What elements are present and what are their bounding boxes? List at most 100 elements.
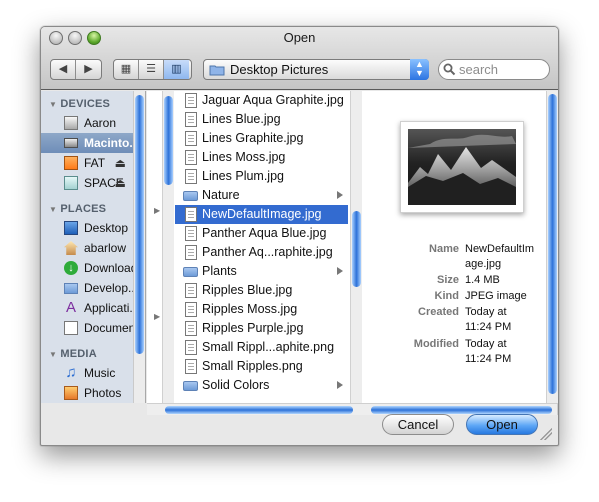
external-drive-icon (64, 176, 78, 190)
applications-icon: A (65, 299, 76, 316)
sidebar-item-photos[interactable]: Photos (41, 383, 134, 403)
file-row[interactable]: Panther Aq...raphite.jpg (175, 243, 348, 262)
meta-value-created: Today at 11:24 PM (465, 306, 512, 333)
sidebar-item-applications[interactable]: A Applicati... (41, 298, 139, 318)
computer-icon (64, 116, 78, 130)
folder-icon (183, 381, 198, 391)
file-row[interactable]: Lines Graphite.jpg (175, 129, 348, 148)
dialog-toolbar: Open ◀ ▶ ▦ ☰ ▥ Desktop Pictures ▲ ▼ searc… (41, 27, 558, 90)
parent-scroll-thumb[interactable] (164, 96, 173, 185)
eject-icon[interactable]: ⏏ (115, 157, 126, 169)
home-icon (64, 241, 78, 255)
folder-row-solid-colors[interactable]: Solid Colors (175, 376, 348, 395)
sidebar-item-fat[interactable]: FAT ⏏ (41, 153, 134, 173)
view-mode-segmented-control: ▦ ☰ ▥ (113, 59, 192, 80)
column-browser: ▶ ▶ Jaguar Aqua Graphite.jpg Lines Blue.… (147, 91, 558, 403)
chevron-right-icon (337, 191, 343, 199)
horizontal-scroll-thumb-right[interactable] (371, 406, 552, 414)
file-row[interactable]: Ripples Moss.jpg (175, 300, 348, 319)
document-icon (185, 169, 197, 184)
file-row[interactable]: Small Rippl...aphite.png (175, 338, 348, 357)
sidebar-scroll-thumb[interactable] (135, 95, 144, 354)
sidebar-section-places: ▼ PLACES (49, 203, 107, 215)
desktop-icon (64, 221, 78, 235)
meta-label-modified: Modified (413, 338, 459, 350)
document-icon (185, 226, 197, 241)
navigation-segmented-control: ◀ ▶ (50, 59, 102, 80)
sidebar-item-home[interactable]: abarlow (41, 238, 134, 258)
file-row[interactable]: Lines Plum.jpg (175, 167, 348, 186)
sidebar-item-developer[interactable]: Develop... (41, 278, 138, 298)
source-list-sidebar: ▼ DEVICES Aaron Macinto... FAT ⏏ SPACE ⏏… (41, 91, 146, 403)
document-icon (185, 93, 197, 108)
sidebar-item-documents[interactable]: Documents (41, 318, 145, 338)
disclosure-arrow-icon: ▶ (154, 206, 161, 215)
forward-button[interactable]: ▶ (76, 60, 101, 79)
folder-row-nature[interactable]: Nature (175, 186, 348, 205)
meta-value-kind: JPEG image (465, 290, 527, 302)
file-row[interactable]: Lines Blue.jpg (175, 110, 348, 129)
document-icon (185, 359, 197, 374)
folder-icon (209, 65, 225, 76)
image-preview-thumbnail (400, 121, 524, 213)
file-row[interactable]: Ripples Blue.jpg (175, 281, 348, 300)
file-row[interactable]: Lines Moss.jpg (175, 148, 348, 167)
open-button[interactable]: Open (466, 414, 538, 435)
sidebar-item-space[interactable]: SPACE ⏏ (41, 173, 134, 193)
sidebar-section-devices: ▼ DEVICES (49, 98, 111, 110)
sidebar-item-macintosh-hd[interactable]: Macinto... (41, 133, 139, 153)
preview-column-scrollbar[interactable] (546, 91, 558, 403)
document-icon (185, 302, 197, 317)
file-row[interactable]: Jaguar Aqua Graphite.jpg (175, 91, 348, 110)
meta-label-kind: Kind (434, 290, 459, 302)
preview-scroll-thumb[interactable] (548, 94, 557, 394)
meta-value-size: 1.4 MB (465, 274, 500, 286)
sidebar-item-aaron[interactable]: Aaron (41, 113, 134, 133)
document-icon (185, 321, 197, 336)
location-popup[interactable]: Desktop Pictures ▲ ▼ (203, 59, 429, 80)
document-icon (185, 131, 197, 146)
photos-icon (64, 386, 78, 400)
search-field[interactable]: search (438, 59, 550, 80)
list-view-button[interactable]: ☰ (139, 60, 164, 79)
sidebar-item-downloads[interactable]: ↓ Downloads (41, 258, 143, 278)
sidebar-section-media: ▼ MEDIA (49, 348, 97, 360)
hard-drive-icon (64, 138, 78, 148)
documents-icon (64, 321, 78, 335)
file-list-scrollbar[interactable] (350, 91, 362, 403)
file-list-scroll-thumb[interactable] (352, 211, 361, 287)
sidebar-item-music[interactable]: ♫ Music (41, 363, 134, 383)
file-list-column: Jaguar Aqua Graphite.jpg Lines Blue.jpg … (175, 91, 362, 403)
cancel-button[interactable]: Cancel (382, 414, 454, 435)
sidebar-item-desktop[interactable]: Desktop (41, 218, 134, 238)
meta-label-name: Name (429, 243, 459, 255)
location-popup-label: Desktop Pictures (230, 62, 329, 77)
popup-chevron-icon: ▲ ▼ (410, 59, 429, 80)
music-note-icon: ♫ (65, 364, 77, 381)
file-row[interactable]: Ripples Purple.jpg (175, 319, 348, 338)
eject-icon[interactable]: ⏏ (115, 177, 126, 189)
column-view-button[interactable]: ▥ (164, 60, 189, 79)
preview-column: Name NewDefaultIm age.jpg Size 1.4 MB Ki… (363, 91, 546, 403)
open-dialog-window: Open ◀ ▶ ▦ ☰ ▥ Desktop Pictures ▲ ▼ searc… (40, 26, 559, 446)
folder-row-plants[interactable]: Plants (175, 262, 348, 281)
folder-icon (183, 191, 198, 201)
file-row[interactable]: Panther Aqua Blue.jpg (175, 224, 348, 243)
resize-grip-icon[interactable] (540, 428, 552, 440)
sidebar-vertical-scrollbar[interactable] (133, 91, 145, 403)
parent-column-scrollbar[interactable] (162, 91, 174, 403)
disk-icon (64, 156, 78, 170)
file-row-selected[interactable]: NewDefaultImage.jpg (175, 205, 348, 224)
folder-icon (64, 283, 78, 294)
icon-view-button[interactable]: ▦ (114, 60, 139, 79)
document-icon (185, 245, 197, 260)
meta-value-name: NewDefaultIm age.jpg (465, 243, 535, 270)
disclosure-arrow-icon: ▶ (154, 312, 161, 321)
window-title: Open (283, 30, 316, 45)
meta-label-created: Created (418, 306, 459, 318)
downloads-icon: ↓ (64, 261, 78, 275)
horizontal-scroll-thumb-left[interactable] (165, 406, 353, 414)
file-row[interactable]: Small Ripples.png (175, 357, 348, 376)
document-icon (185, 283, 197, 298)
back-button[interactable]: ◀ (51, 60, 76, 79)
